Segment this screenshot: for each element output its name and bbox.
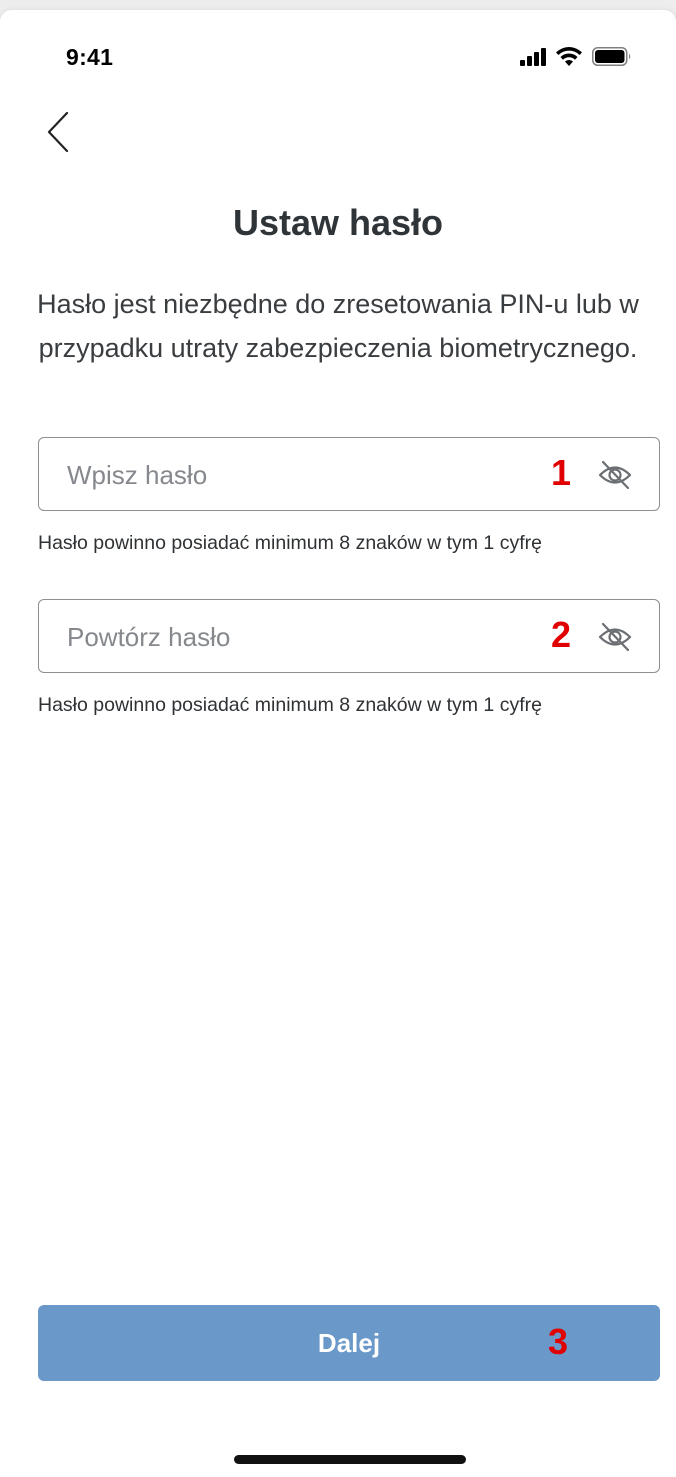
password-input[interactable] <box>65 438 529 512</box>
app-screen: 9:41 Ustaw hasło Hasło jest niezbędne do… <box>0 10 676 1477</box>
back-button[interactable] <box>36 106 80 162</box>
password-hint: Hasło powinno posiadać minimum 8 znaków … <box>38 532 542 554</box>
repeat-password-hint: Hasło powinno posiadać minimum 8 znaków … <box>38 694 542 716</box>
password-field[interactable]: 1 <box>38 437 660 512</box>
signal-icon <box>520 47 546 71</box>
annotation-marker-3: 3 <box>548 1321 569 1362</box>
next-button[interactable]: Dalej 3 <box>38 1305 660 1381</box>
eye-off-icon[interactable] <box>597 458 633 492</box>
home-indicator <box>234 1455 466 1464</box>
description-text: Hasło jest niezbędne do zresetowania PIN… <box>37 289 639 363</box>
battery-icon <box>592 47 632 71</box>
status-bar: 9:41 <box>0 10 676 100</box>
chevron-left-icon <box>46 111 70 158</box>
repeat-password-input[interactable] <box>65 600 529 674</box>
status-icons <box>520 47 632 71</box>
eye-off-icon[interactable] <box>597 620 633 654</box>
wifi-icon <box>556 47 582 71</box>
repeat-password-field[interactable]: 2 <box>38 599 660 674</box>
annotation-marker-1: 1 <box>550 452 571 493</box>
status-time: 9:41 <box>66 44 114 70</box>
page-title: Ustaw hasło <box>232 202 444 243</box>
annotation-marker-2: 2 <box>550 614 571 655</box>
